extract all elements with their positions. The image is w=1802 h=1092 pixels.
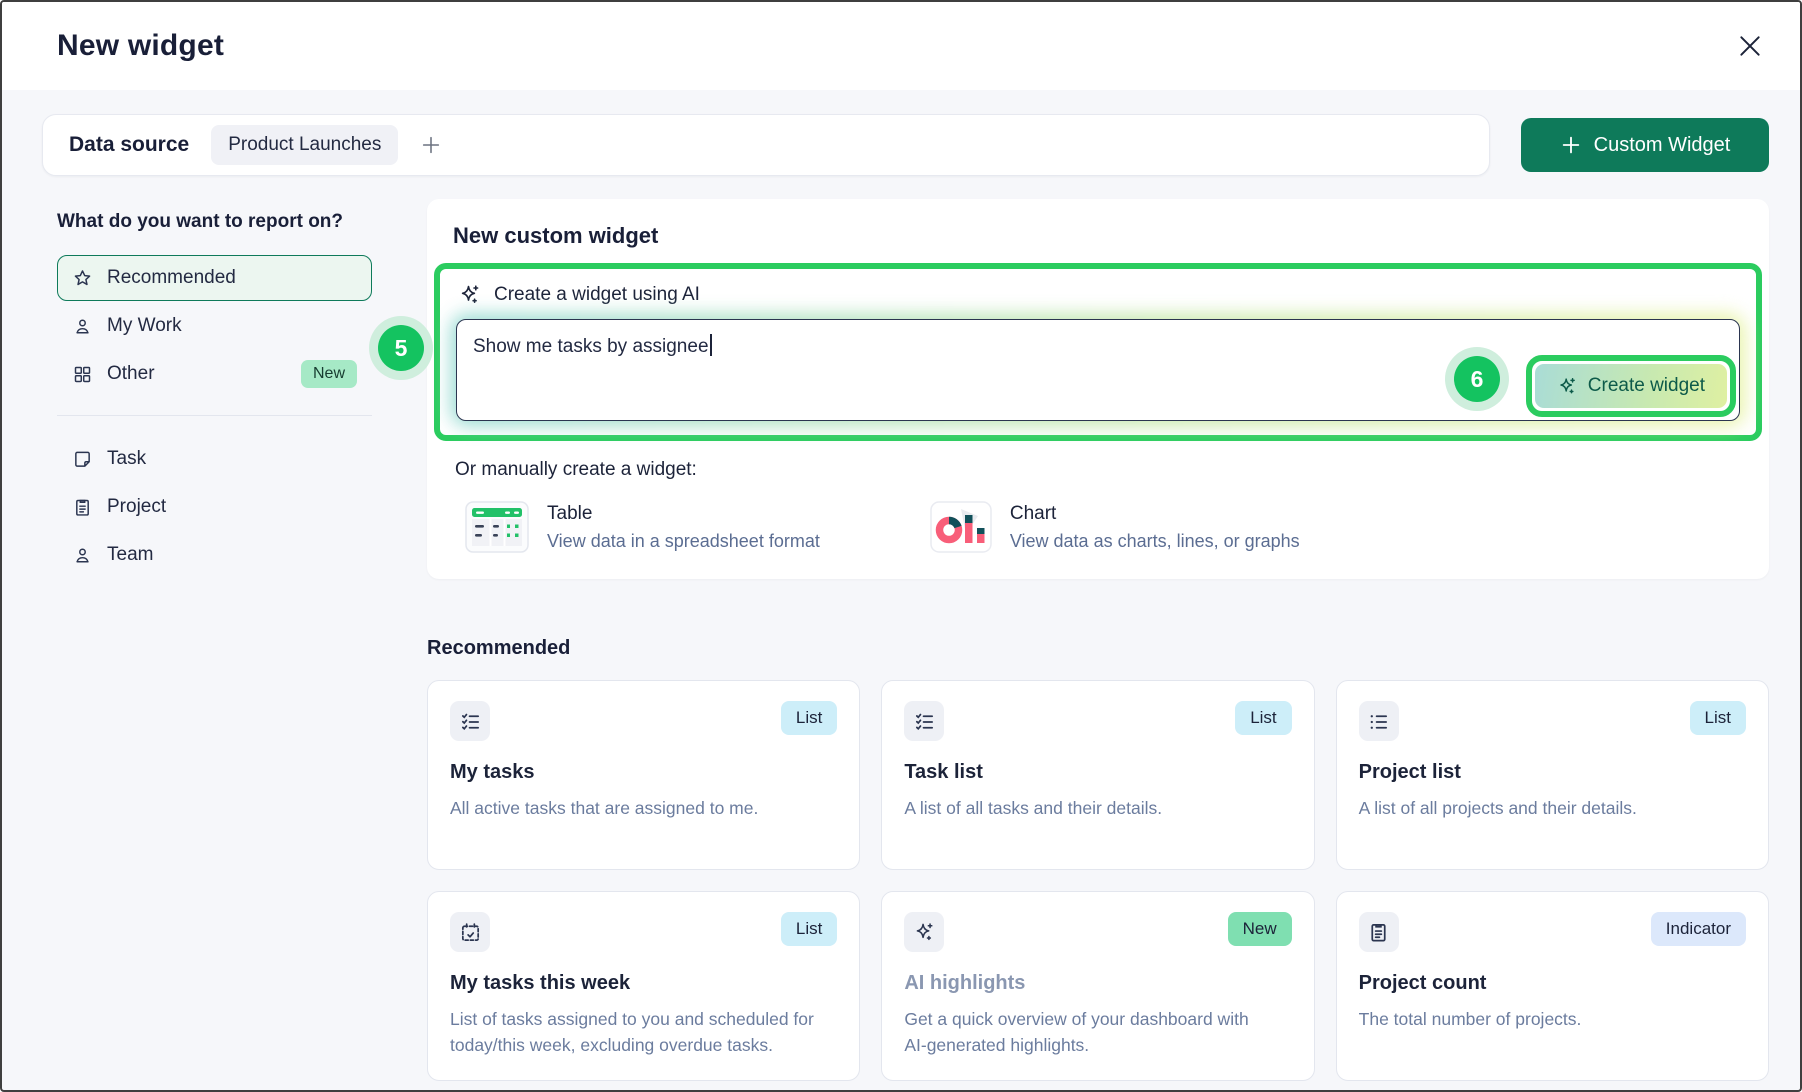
sidebar-item-team[interactable]: Team bbox=[57, 532, 372, 578]
option-description: View data in a spreadsheet format bbox=[547, 531, 820, 552]
card-title: Project count bbox=[1359, 972, 1746, 995]
annotation-step-6: 6 bbox=[1454, 356, 1500, 402]
card-my-tasks[interactable]: List My tasks All active tasks that are … bbox=[427, 680, 860, 870]
card-title: My tasks this week bbox=[450, 972, 837, 995]
sidebar-item-label: My Work bbox=[107, 315, 182, 337]
sidebar-item-recommended[interactable]: Recommended bbox=[57, 255, 372, 301]
card-type-badge: List bbox=[781, 701, 837, 735]
sidebar-divider bbox=[57, 415, 372, 416]
toolbar: Data source Product Launches Custom Widg… bbox=[42, 114, 1769, 176]
ai-prompt-text: Show me tasks by assignee bbox=[473, 336, 709, 357]
table-widget-icon bbox=[465, 501, 529, 553]
clipboard-icon bbox=[1359, 912, 1399, 952]
manual-create-heading: Or manually create a widget: bbox=[455, 459, 1743, 481]
manual-option-chart[interactable]: Chart View data as charts, lines, or gra… bbox=[930, 501, 1300, 553]
sidebar-item-label: Task bbox=[107, 448, 146, 470]
card-my-tasks-this-week[interactable]: List My tasks this week List of tasks as… bbox=[427, 891, 860, 1081]
card-type-badge: List bbox=[1235, 701, 1291, 735]
add-data-source-icon[interactable] bbox=[420, 134, 442, 156]
card-title: AI highlights bbox=[904, 972, 1291, 995]
calendar-check-icon bbox=[450, 912, 490, 952]
sidebar-item-label: Other bbox=[107, 363, 155, 385]
manual-option-table[interactable]: Table View data in a spreadsheet format bbox=[465, 501, 820, 553]
person-icon bbox=[72, 545, 93, 566]
new-widget-dialog: New widget Data source Product Launches … bbox=[0, 0, 1802, 1092]
main-column: New custom widget Create a widget using … bbox=[427, 199, 1769, 1081]
card-title: Project list bbox=[1359, 761, 1746, 784]
manual-option-text: Chart View data as charts, lines, or gra… bbox=[1010, 503, 1300, 552]
text-cursor bbox=[710, 334, 712, 356]
card-type-badge: List bbox=[781, 912, 837, 946]
card-project-list[interactable]: List Project list A list of all projects… bbox=[1336, 680, 1769, 870]
report-on-sidebar: What do you want to report on? Recommend… bbox=[57, 199, 372, 580]
ai-sparkle-icon bbox=[458, 283, 482, 307]
card-title: Task list bbox=[904, 761, 1291, 784]
annotation-step-5: 5 bbox=[378, 325, 424, 371]
sidebar-item-my-work[interactable]: My Work bbox=[57, 303, 372, 349]
sidebar-heading: What do you want to report on? bbox=[57, 211, 372, 233]
clipboard-icon bbox=[72, 497, 93, 518]
ai-sparkle-icon bbox=[1557, 376, 1578, 397]
sidebar-item-label: Team bbox=[107, 544, 153, 566]
option-description: View data as charts, lines, or graphs bbox=[1010, 531, 1300, 552]
card-type-badge: New bbox=[1228, 912, 1292, 946]
ai-prompt-input-wrap: Show me tasks by assignee Create widget bbox=[456, 319, 1740, 421]
panel-title: New custom widget bbox=[453, 223, 1743, 249]
page-title: New widget bbox=[57, 29, 224, 63]
plus-icon bbox=[1560, 134, 1582, 156]
sidebar-item-label: Recommended bbox=[107, 267, 236, 289]
card-description: List of tasks assigned to you and schedu… bbox=[450, 1006, 820, 1059]
sparkle-icon bbox=[904, 912, 944, 952]
new-badge: New bbox=[301, 360, 357, 388]
person-icon bbox=[72, 316, 93, 337]
sidebar-item-task[interactable]: Task bbox=[57, 436, 372, 482]
manual-option-text: Table View data in a spreadsheet format bbox=[547, 503, 820, 552]
checklist-icon bbox=[450, 701, 490, 741]
sidebar-item-label: Project bbox=[107, 496, 166, 518]
chart-widget-icon bbox=[930, 501, 992, 553]
ai-widget-annotation-box: Create a widget using AI Show me tasks b… bbox=[434, 263, 1762, 441]
card-description: The total number of projects. bbox=[1359, 1006, 1729, 1032]
recommended-heading: Recommended bbox=[427, 637, 1769, 660]
manual-options-row: Table View data in a spreadsheet format … bbox=[453, 501, 1743, 553]
data-source-chip[interactable]: Product Launches bbox=[211, 125, 398, 165]
task-page-icon bbox=[72, 449, 93, 470]
create-widget-button[interactable]: Create widget bbox=[1535, 364, 1727, 408]
star-icon bbox=[72, 268, 93, 289]
sidebar-item-other[interactable]: Other New bbox=[57, 351, 372, 397]
option-title: Chart bbox=[1010, 503, 1300, 525]
card-type-badge: Indicator bbox=[1651, 912, 1746, 946]
card-description: Get a quick overview of your dashboard w… bbox=[904, 1006, 1274, 1059]
option-title: Table bbox=[547, 503, 820, 525]
dialog-header: New widget bbox=[2, 2, 1800, 90]
custom-widget-button[interactable]: Custom Widget bbox=[1521, 118, 1769, 172]
card-task-list[interactable]: List Task list A list of all tasks and t… bbox=[881, 680, 1314, 870]
card-ai-highlights[interactable]: New AI highlights Get a quick overview o… bbox=[881, 891, 1314, 1081]
close-icon[interactable] bbox=[1730, 26, 1770, 66]
bullet-list-icon bbox=[1359, 701, 1399, 741]
create-widget-annotation-box: Create widget bbox=[1526, 355, 1736, 417]
data-source-label: Data source bbox=[69, 133, 189, 157]
checklist-icon bbox=[904, 701, 944, 741]
card-description: All active tasks that are assigned to me… bbox=[450, 795, 820, 821]
card-type-badge: List bbox=[1690, 701, 1746, 735]
ai-widget-label: Create a widget using AI bbox=[494, 284, 700, 306]
recommended-card-grid: List My tasks All active tasks that are … bbox=[427, 680, 1769, 1081]
card-title: My tasks bbox=[450, 761, 837, 784]
card-project-count[interactable]: Indicator Project count The total number… bbox=[1336, 891, 1769, 1081]
new-custom-widget-panel: New custom widget Create a widget using … bbox=[427, 199, 1769, 579]
card-description: A list of all projects and their details… bbox=[1359, 795, 1729, 821]
sidebar-item-project[interactable]: Project bbox=[57, 484, 372, 530]
grid-icon bbox=[72, 364, 93, 385]
dialog-content: What do you want to report on? Recommend… bbox=[57, 199, 1769, 1081]
card-description: A list of all tasks and their details. bbox=[904, 795, 1274, 821]
ai-widget-label-row: Create a widget using AI bbox=[456, 279, 1740, 319]
data-source-bar: Data source Product Launches bbox=[42, 114, 1490, 176]
